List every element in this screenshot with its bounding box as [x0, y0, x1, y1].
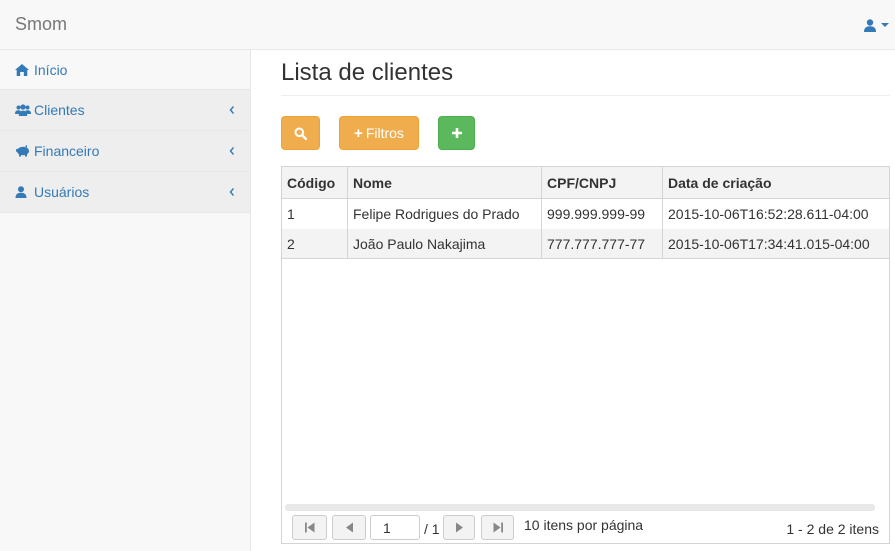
sidebar-item-label: Usuários: [34, 184, 90, 200]
user-icon: [864, 18, 876, 32]
sidebar-item-financeiro[interactable]: Financeiro: [0, 131, 250, 172]
chevron-left-icon: [229, 106, 235, 114]
page-size-label: 10 itens por página: [524, 517, 644, 533]
sidebar-item-label: Início: [34, 61, 68, 78]
plus-icon: [451, 128, 462, 138]
add-client-button[interactable]: [438, 116, 475, 150]
users-icon: [15, 103, 31, 117]
home-icon: [15, 63, 31, 77]
sidebar: Início Clientes Financeiro Usuários: [0, 50, 251, 551]
last-page-button[interactable]: [481, 515, 514, 540]
user-menu-dropdown[interactable]: [864, 16, 889, 34]
plus-icon: +: [354, 124, 363, 142]
grid-header: Código Nome CPF/CNPJ Data de criação: [282, 167, 889, 199]
table-row[interactable]: 1 Felipe Rodrigues do Prado 999.999.999-…: [282, 199, 889, 229]
horizontal-scrollbar[interactable]: [285, 504, 875, 511]
last-page-icon: [493, 522, 503, 533]
title-divider: [281, 95, 890, 96]
table-cell: 1: [282, 199, 348, 229]
column-header-data-criacao[interactable]: Data de criação: [663, 167, 889, 198]
next-page-icon: [455, 522, 463, 533]
page-number-input[interactable]: [370, 515, 420, 540]
sidebar-item-inicio[interactable]: Início: [0, 50, 250, 90]
previous-page-icon: [345, 522, 353, 533]
items-count-label: 1 - 2 de 2 itens: [786, 521, 879, 537]
user-icon: [15, 185, 31, 199]
column-header-nome[interactable]: Nome: [348, 167, 542, 198]
piggy-bank-icon: [15, 144, 31, 158]
caret-down-icon: [881, 23, 889, 27]
table-cell: 2: [282, 229, 348, 258]
brand-logo[interactable]: Smom: [15, 14, 67, 34]
first-page-icon: [304, 522, 314, 533]
clients-grid: Código Nome CPF/CNPJ Data de criação 1 F…: [281, 166, 890, 544]
table-row[interactable]: 2 João Paulo Nakajima 777.777.777-77 201…: [282, 229, 889, 259]
table-cell: 999.999.999-99: [542, 199, 663, 229]
table-cell: 2015-10-06T16:52:28.611-04:00: [668, 206, 869, 222]
top-navbar: Smom: [0, 0, 895, 50]
next-page-button[interactable]: [443, 515, 475, 540]
table-cell: 777.777.777-77: [542, 229, 663, 258]
total-pages-label: / 1: [424, 521, 440, 537]
sidebar-item-usuarios[interactable]: Usuários: [0, 172, 250, 213]
pager: / 1 10 itens por página 1 - 2 de 2 itens: [282, 513, 889, 543]
table-cell: 2015-10-06T17:34:41.015-04:00: [668, 235, 870, 252]
page-title: Lista de clientes: [281, 59, 454, 86]
column-header-cpf-cnpj[interactable]: CPF/CNPJ: [542, 167, 663, 198]
column-header-codigo[interactable]: Código: [282, 167, 348, 198]
previous-page-button[interactable]: [332, 515, 366, 540]
sidebar-item-clientes[interactable]: Clientes: [0, 90, 250, 131]
table-cell: João Paulo Nakajima: [348, 229, 542, 258]
sidebar-item-label: Financeiro: [34, 143, 100, 159]
filters-button[interactable]: + Filtros: [339, 116, 419, 150]
search-button[interactable]: [281, 116, 320, 150]
search-icon: [294, 127, 307, 140]
first-page-button[interactable]: [292, 515, 327, 540]
chevron-left-icon: [229, 147, 235, 155]
table-cell: Felipe Rodrigues do Prado: [348, 199, 542, 229]
filters-button-label: Filtros: [365, 125, 404, 141]
sidebar-item-label: Clientes: [34, 102, 85, 118]
chevron-left-icon: [229, 188, 235, 196]
